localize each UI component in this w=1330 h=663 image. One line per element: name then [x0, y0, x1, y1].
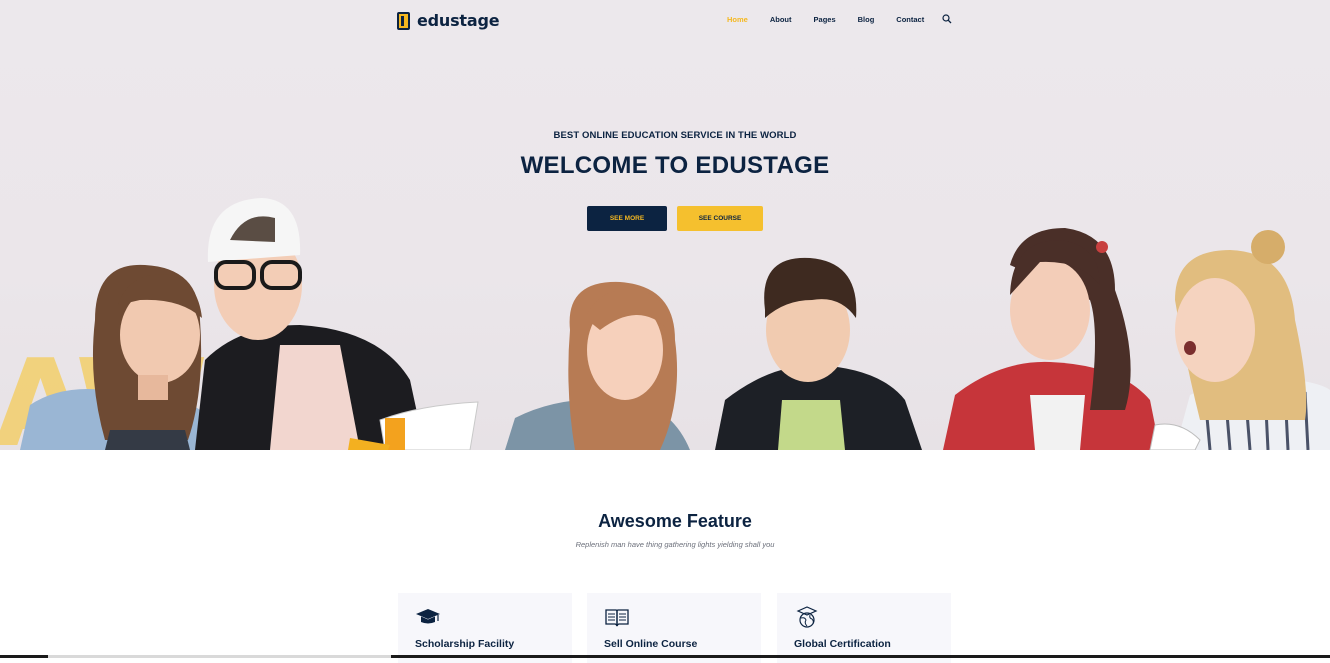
features-subtitle: Replenish man have thing gathering light…: [575, 540, 775, 549]
nav-link-blog[interactable]: Blog: [858, 15, 875, 24]
logo[interactable]: edustage: [397, 11, 500, 30]
graduation-cap-icon: [416, 609, 440, 624]
open-book-icon: [605, 609, 629, 627]
nav-link-contact[interactable]: Contact: [896, 15, 924, 24]
top-navbar: edustage Home About Pages Blog Contact: [397, 8, 955, 34]
student-girl-plaid: [943, 228, 1160, 450]
student-boy-center: [715, 257, 922, 450]
student-girl-right: [1149, 230, 1330, 450]
nav-link-home[interactable]: Home: [727, 15, 748, 24]
feature-card-online-course[interactable]: Sell Online Course: [587, 593, 761, 663]
student-girl-center: [505, 281, 690, 450]
student-boy-cap: [195, 198, 479, 450]
feature-label: Global Certification: [794, 638, 891, 650]
feature-label: Scholarship Facility: [415, 638, 515, 650]
features-title: Awesome Feature: [598, 511, 752, 531]
nav-link-about[interactable]: About: [770, 15, 792, 24]
hero-section: AW: [0, 0, 1330, 450]
feature-card-scholarship[interactable]: Scholarship Facility: [398, 593, 572, 663]
nav-links: Home About Pages Blog Contact: [727, 15, 924, 24]
see-course-button[interactable]: SEE COURSE: [677, 206, 763, 231]
student-girl-left: [20, 264, 220, 450]
search-icon[interactable]: [942, 14, 952, 24]
certificate-globe-icon: [796, 606, 818, 628]
feature-label: Sell Online Course: [604, 638, 698, 650]
feature-card-certification[interactable]: Global Certification: [777, 593, 951, 663]
nav-link-pages[interactable]: Pages: [814, 15, 836, 24]
hero-title: WELCOME TO EDUSTAGE: [520, 152, 830, 179]
see-more-button[interactable]: SEE MORE: [587, 206, 667, 231]
hero-subtitle: BEST ONLINE EDUCATION SERVICE IN THE WOR…: [553, 130, 797, 141]
logo-text: edustage: [417, 11, 500, 30]
book-logo-icon: [397, 11, 410, 30]
